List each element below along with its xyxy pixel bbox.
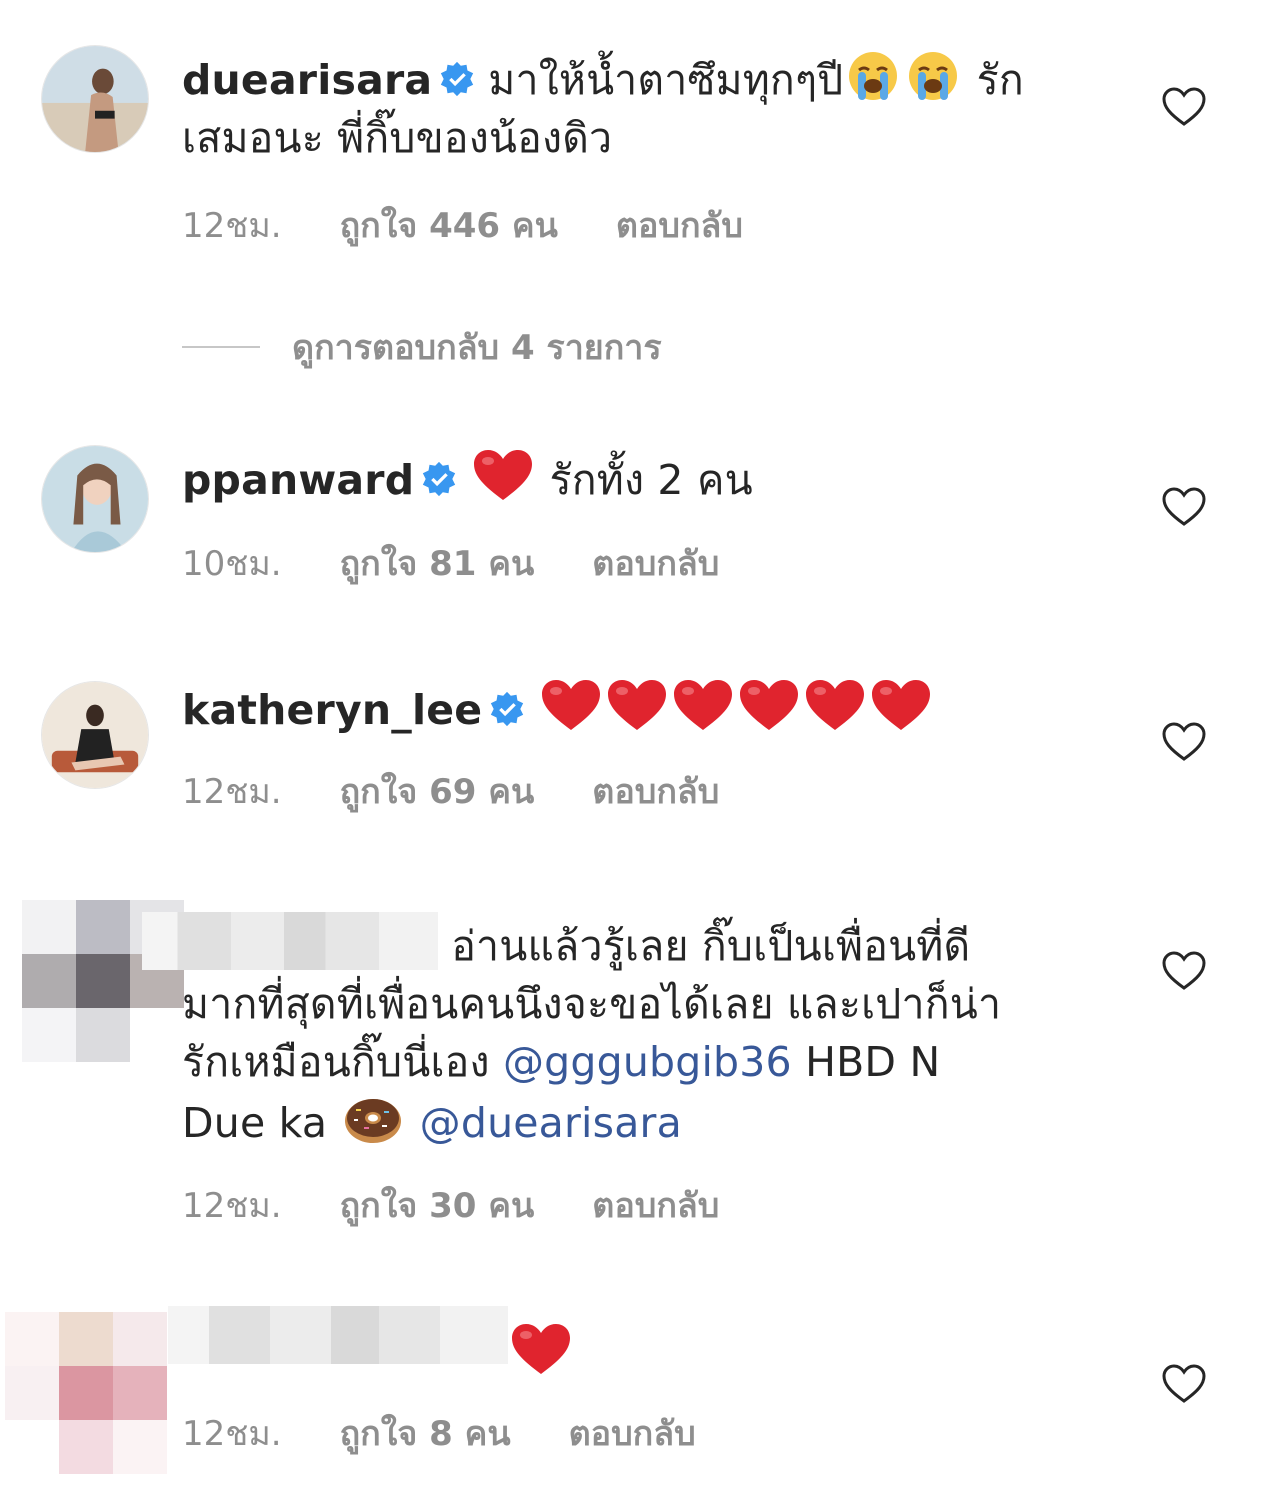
reply-button[interactable]: ตอบกลับ <box>592 544 719 584</box>
avatar[interactable] <box>41 45 149 153</box>
comment-body: ppanward รักทั้ง 2 คน <box>182 448 1107 509</box>
view-replies-label: ดูการตอบกลับ 4 รายการ <box>292 328 662 368</box>
like-heart-icon[interactable] <box>1162 1364 1206 1404</box>
red-heart-emoji <box>672 678 734 732</box>
comment-text: รักทั้ง 2 คน <box>549 456 753 504</box>
mention-link[interactable]: @duearisara <box>420 1099 682 1147</box>
verified-badge-icon <box>488 690 526 728</box>
comment-likes[interactable]: ถูกใจ 446 คน <box>340 206 558 246</box>
comment-time[interactable]: 12ชม. <box>182 1186 282 1226</box>
like-heart-icon[interactable] <box>1162 487 1206 527</box>
avatar[interactable] <box>41 681 149 789</box>
comment-likes[interactable]: ถูกใจ 8 คน <box>340 1414 511 1454</box>
verified-badge-icon <box>420 460 458 498</box>
comment-text: มาให้น้ำตาซึมทุกๆปี <box>488 56 844 104</box>
comment-username[interactable]: duearisara <box>182 56 432 104</box>
comment-meta: 12ชม. ถูกใจ 446 คน ตอบกลับ <box>182 198 801 252</box>
reply-button[interactable]: ตอบกลับ <box>592 772 719 812</box>
comment-body: katheryn_lee <box>182 678 1107 739</box>
divider-line <box>182 346 260 348</box>
comment-body: อ่านแล้วรู้เลย กิ๊บเป็นเพื่อนที่ดี มากที… <box>142 912 1107 1152</box>
comment-text: มากที่สุดที่เพื่อนคนนึงจะขอได้เลย และเปา… <box>182 980 1002 1028</box>
comment-meta: 10ชม. ถูกใจ 81 คน ตอบกลับ <box>182 536 777 590</box>
comment-time[interactable]: 12ชม. <box>182 1414 282 1454</box>
red-heart-emoji <box>606 678 668 732</box>
comment-username[interactable]: katheryn_lee <box>182 686 482 734</box>
comment-text: HBD N <box>805 1038 941 1086</box>
reply-button[interactable]: ตอบกลับ <box>569 1414 696 1454</box>
comment-meta: 12ชม. ถูกใจ 8 คน ตอบกลับ <box>182 1406 754 1460</box>
comment-text: รักเหมือนกิ๊บนี่เอง <box>182 1038 490 1086</box>
comment-username[interactable]: ppanward <box>182 456 414 504</box>
comment-text: รัก <box>976 56 1024 104</box>
red-heart-emoji <box>870 678 932 732</box>
loudly-crying-emoji <box>905 50 961 102</box>
like-heart-icon[interactable] <box>1162 87 1206 127</box>
blurred-username <box>142 912 438 970</box>
comment-time[interactable]: 10ชม. <box>182 544 282 584</box>
comment-body: duearisara มาให้น้ำตาซึมทุกๆปี รัก เสมอนะ… <box>182 50 1107 167</box>
mention-link[interactable]: @gggubgib36 <box>503 1038 792 1086</box>
comment-text: เสมอนะ พี่กิ๊บของน้องดิว <box>182 114 613 162</box>
reply-button[interactable]: ตอบกลับ <box>616 206 743 246</box>
comment-likes[interactable]: ถูกใจ 81 คน <box>340 544 535 584</box>
comment-likes[interactable]: ถูกใจ 30 คน <box>340 1186 535 1226</box>
verified-badge-icon <box>438 60 476 98</box>
loudly-crying-emoji <box>845 50 901 102</box>
avatar[interactable] <box>41 445 149 553</box>
red-heart-emoji <box>804 678 866 732</box>
comment-time[interactable]: 12ชม. <box>182 772 282 812</box>
red-heart-emoji <box>510 1322 572 1376</box>
doughnut-emoji <box>342 1091 404 1145</box>
like-heart-icon[interactable] <box>1162 722 1206 762</box>
comment-meta: 12ชม. ถูกใจ 30 คน ตอบกลับ <box>182 1178 777 1232</box>
red-heart-emoji <box>738 678 800 732</box>
comment-text: อ่านแล้วรู้เลย กิ๊บเป็นเพื่อนที่ดี <box>451 922 971 970</box>
red-heart-emoji <box>472 448 534 502</box>
comment-text: Due ka <box>182 1099 328 1147</box>
like-heart-icon[interactable] <box>1162 951 1206 991</box>
comment-time[interactable]: 12ชม. <box>182 206 282 246</box>
blurred-username <box>168 1306 508 1364</box>
comment-body <box>168 1306 1107 1383</box>
view-replies-button[interactable]: ดูการตอบกลับ 4 รายการ <box>182 320 662 374</box>
reply-button[interactable]: ตอบกลับ <box>592 1186 719 1226</box>
comment-meta: 12ชม. ถูกใจ 69 คน ตอบกลับ <box>182 764 777 818</box>
comment-likes[interactable]: ถูกใจ 69 คน <box>340 772 535 812</box>
red-heart-emoji <box>540 678 602 732</box>
blurred-avatar[interactable] <box>5 1312 167 1474</box>
